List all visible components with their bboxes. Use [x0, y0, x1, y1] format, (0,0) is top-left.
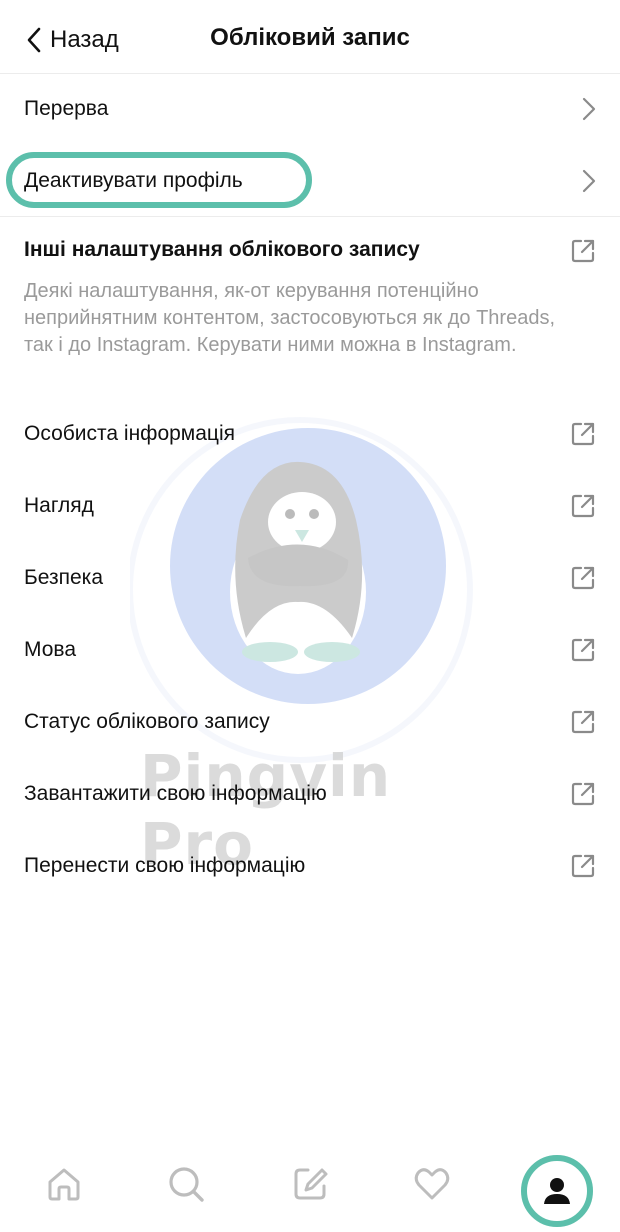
other-settings-description: Деякі налаштування, як-от керування поте… — [24, 280, 556, 356]
row-account-status[interactable]: Статус облікового запису — [0, 686, 620, 758]
external-link-icon — [571, 422, 595, 446]
row-security[interactable]: Безпека — [0, 542, 620, 614]
row-supervision[interactable]: Нагляд — [0, 470, 620, 542]
row-label: Перерва — [24, 97, 109, 120]
row-transfer-info[interactable]: Перенести свою інформацію — [0, 830, 620, 902]
compose-icon — [294, 1168, 328, 1200]
external-link-icon — [571, 782, 595, 806]
external-link-icon — [571, 854, 595, 878]
row-label: Особиста інформація — [24, 422, 235, 445]
external-link-icon — [571, 494, 595, 518]
row-deactivate-profile[interactable]: Деактивувати профіль — [0, 145, 620, 217]
page-title: Обліковий запис — [210, 24, 410, 51]
header: Назад Обліковий запис — [0, 0, 620, 74]
chevron-right-icon — [582, 97, 596, 121]
row-label: Мова — [24, 638, 77, 661]
external-link-icon — [571, 566, 595, 590]
row-break[interactable]: Перерва — [0, 73, 620, 145]
row-download-info[interactable]: Завантажити свою інформацію — [0, 758, 620, 830]
row-label: Перенести свою інформацію — [24, 854, 306, 877]
nav-home[interactable] — [34, 1154, 94, 1214]
nav-search[interactable] — [156, 1154, 216, 1214]
heart-icon — [414, 1168, 450, 1200]
row-language[interactable]: Мова — [0, 614, 620, 686]
home-icon — [48, 1168, 80, 1201]
external-link-icon — [571, 710, 595, 734]
row-label: Безпека — [24, 566, 104, 589]
row-personal-info[interactable]: Особиста інформація — [0, 398, 620, 470]
other-settings-title[interactable]: Інші налаштування облікового запису — [24, 238, 420, 262]
nav-compose[interactable] — [280, 1154, 340, 1214]
search-icon — [169, 1167, 204, 1202]
nav-profile[interactable] — [521, 1155, 593, 1227]
row-label: Завантажити свою інформацію — [24, 782, 327, 805]
row-label: Статус облікового запису — [24, 710, 270, 733]
bottom-nav — [0, 1140, 620, 1232]
row-label: Нагляд — [24, 494, 94, 517]
external-link-icon — [571, 638, 595, 662]
profile-icon — [537, 1171, 577, 1211]
section-divider — [0, 216, 620, 217]
external-link-icon[interactable] — [570, 238, 596, 264]
row-label: Деактивувати профіль — [24, 169, 243, 192]
chevron-right-icon — [582, 169, 596, 193]
nav-activity[interactable] — [402, 1154, 462, 1214]
